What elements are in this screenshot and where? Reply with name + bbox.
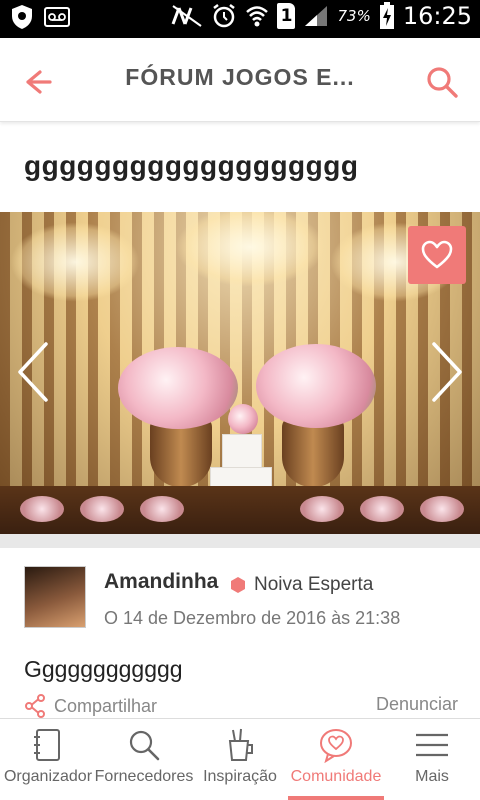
- voicemail-icon: [44, 7, 70, 27]
- shield-icon: [12, 5, 32, 29]
- bottom-navigation: Organizador Fornecedores Inspiração Comu…: [0, 718, 480, 800]
- wifi-icon: [246, 6, 269, 27]
- clock: 16:25: [402, 2, 472, 30]
- search-icon[interactable]: [422, 62, 462, 102]
- author-badge-label: Noiva Esperta: [254, 574, 374, 595]
- heart-icon: [421, 240, 453, 269]
- dessert-table: [0, 486, 480, 534]
- nav-label: Mais: [415, 768, 449, 785]
- nav-label: Inspiração: [203, 768, 277, 785]
- avatar[interactable]: [24, 566, 86, 628]
- nav-label: Fornecedores: [94, 768, 194, 785]
- nav-item-fornecedores[interactable]: Fornecedores: [95, 719, 193, 800]
- back-arrow-icon[interactable]: [18, 62, 58, 102]
- nav-item-organizador[interactable]: Organizador: [0, 719, 96, 800]
- share-button[interactable]: Compartilhar: [24, 694, 157, 718]
- alarm-icon: [213, 4, 236, 28]
- sweets-tray: [300, 496, 344, 522]
- favorite-button[interactable]: [408, 226, 466, 284]
- signal-icon: [305, 6, 328, 26]
- battery-percent: 73%: [337, 7, 371, 25]
- search-icon: [129, 730, 160, 761]
- post-title: ggggggggggggggggggg: [24, 150, 359, 181]
- cake-tier: [222, 434, 262, 468]
- hexagon-badge-icon: [231, 577, 245, 593]
- author-badge: Noiva Esperta: [230, 574, 373, 596]
- heart-bubble-icon: [320, 729, 352, 763]
- sweets-tray: [140, 496, 184, 522]
- post-date: O 14 de Dezembro de 2016 às 21:38: [104, 608, 401, 628]
- nfc-muted-icon: [172, 5, 203, 27]
- gallery-next-arrow-icon[interactable]: [426, 340, 466, 404]
- post-actions: Compartilhar Denunciar: [24, 694, 458, 720]
- menu-icon: [416, 733, 448, 757]
- nav-label: Organizador: [3, 768, 93, 785]
- paint-bucket-icon: [228, 728, 253, 761]
- nav-item-inspiracao[interactable]: Inspiração: [192, 719, 288, 800]
- report-button[interactable]: Denunciar: [376, 694, 458, 715]
- section-divider: [0, 534, 480, 548]
- sim-slot-badge: 1: [277, 3, 296, 29]
- battery-charging-icon: [379, 2, 394, 29]
- flower-arrangement: [256, 344, 376, 428]
- sweets-tray: [360, 496, 404, 522]
- nav-item-comunidade[interactable]: Comunidade: [288, 719, 384, 800]
- author-name[interactable]: Amandinha: [104, 570, 218, 594]
- sweets-tray: [80, 496, 124, 522]
- status-bar: 1 73% 16:25: [0, 0, 480, 38]
- nav-item-mais[interactable]: Mais: [384, 719, 480, 800]
- sweets-tray: [20, 496, 64, 522]
- gallery-prev-arrow-icon[interactable]: [14, 340, 54, 404]
- page-title: FÓRUM JOGOS E...: [125, 64, 355, 90]
- share-icon: [25, 694, 45, 718]
- chandelier: [10, 222, 140, 302]
- post-body: Gggggggggggg: [24, 656, 183, 682]
- post-author: Amandinha Noiva Esperta O 14 de Dezembro…: [24, 566, 464, 636]
- nav-label: Comunidade: [290, 768, 382, 785]
- notebook-icon: [34, 729, 60, 761]
- app-bar: FÓRUM JOGOS E...: [0, 38, 480, 122]
- sweets-tray: [420, 496, 464, 522]
- flower-arrangement: [118, 347, 238, 429]
- cake-topper: [228, 404, 258, 434]
- share-label: Compartilhar: [54, 695, 158, 716]
